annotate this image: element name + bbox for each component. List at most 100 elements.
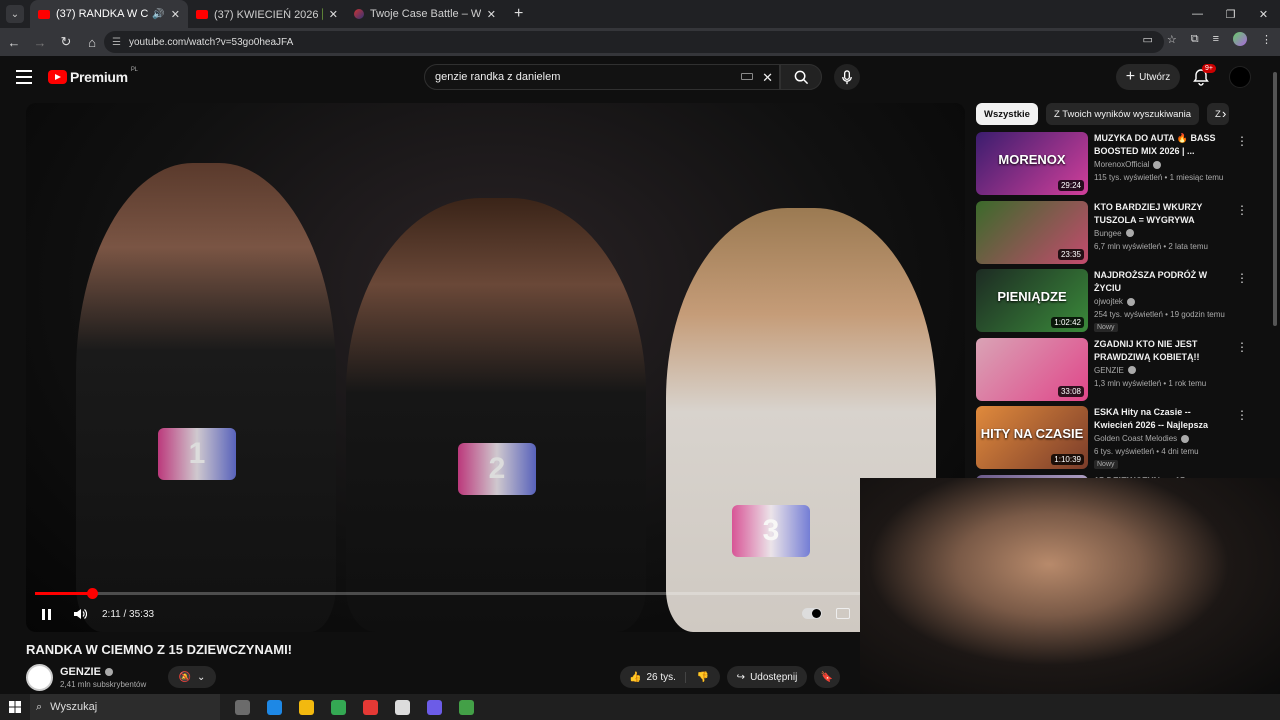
taskbar-app-icon[interactable] <box>290 699 322 715</box>
profile-avatar-icon[interactable] <box>1233 32 1247 46</box>
close-tab-icon[interactable]: ✕ <box>487 8 496 21</box>
recommendation-title[interactable]: NAJDROŻSZA PODRÓŻ W ŻYCIU <box>1094 269 1232 295</box>
chevron-down-icon: ⌄ <box>197 671 206 683</box>
windows-start-button[interactable] <box>0 701 30 713</box>
more-options-icon[interactable]: ⋮ <box>1236 340 1248 354</box>
volume-icon[interactable] <box>73 607 87 621</box>
create-button[interactable]: + Utwórz <box>1116 64 1180 90</box>
autoplay-toggle[interactable] <box>802 608 822 619</box>
channel-avatar[interactable] <box>26 664 53 691</box>
pause-icon[interactable] <box>42 608 51 620</box>
share-button[interactable]: ↪ Udostępnij <box>727 666 807 688</box>
windows-taskbar: ⌕ Wyszukaj <box>0 694 1280 720</box>
video-thumbnail[interactable]: 23:35 <box>976 200 1088 264</box>
recommendation-channel[interactable]: ojwojtek <box>1094 297 1135 306</box>
video-duration: 1:10:39 <box>1051 454 1084 465</box>
recommendation-title[interactable]: ESKA Hity na Czasie -- Kwiecień 2026 -- … <box>1094 406 1232 432</box>
bookmark-star-icon[interactable]: ☆ <box>1167 33 1177 46</box>
more-options-icon[interactable]: ⋮ <box>1236 408 1248 422</box>
subtitles-icon[interactable] <box>836 608 850 619</box>
browser-tab-2[interactable]: Twoje Case Battle – Wygrywaj s ✕ <box>346 0 504 28</box>
url-field[interactable]: ☰ youtube.com/watch?v=53go0heaJFA <box>104 31 1164 53</box>
taskbar-app-icon[interactable] <box>258 699 290 715</box>
speaker-icon[interactable]: 🔊 <box>152 9 164 20</box>
recommendation-channel[interactable]: GENZIE <box>1094 366 1136 375</box>
verified-icon <box>1153 160 1162 169</box>
taskbar-search[interactable]: ⌕ Wyszukaj <box>30 694 220 720</box>
youtube-premium-logo[interactable]: Premium PL <box>48 67 138 85</box>
video-progress-bar[interactable] <box>35 588 956 599</box>
tab-search-button[interactable]: ⌄ <box>6 5 24 23</box>
keyboard-icon[interactable] <box>741 73 753 80</box>
media-control-icon[interactable]: ≡ <box>1213 33 1219 45</box>
back-icon[interactable]: ← <box>2 35 26 50</box>
youtube-header: Premium PL genzie randka z danielem ✕ + … <box>0 56 1280 100</box>
forward-icon[interactable]: → <box>28 35 52 50</box>
recommendation-title[interactable]: MUZYKA DO AUTA 🔥 BASS BOOSTED MIX 2026 |… <box>1094 132 1232 158</box>
recommendation-item[interactable]: MORENOX 29:24 MUZYKA DO AUTA 🔥 BASS BOOSTE… <box>976 132 1248 201</box>
video-thumbnail[interactable]: 33:08 <box>976 337 1088 401</box>
subscription-bell-button[interactable]: 🔕 ⌄ <box>168 666 216 688</box>
recommendation-channel[interactable]: Golden Coast Melodies <box>1094 434 1190 443</box>
like-button[interactable]: 👍 26 tys. <box>620 671 686 683</box>
taskbar-app-icon[interactable] <box>386 699 418 715</box>
video-title: RANDKA W CIEMNO Z 15 DZIEWCZYNAMI! <box>26 642 293 657</box>
page-scrollbar[interactable] <box>1272 62 1278 688</box>
video-thumbnail[interactable]: PIENIĄDZE 1:02:42 <box>976 269 1088 332</box>
close-tab-icon[interactable]: ✕ <box>171 8 180 21</box>
recommendation-item[interactable]: PIENIĄDZE 1:02:42 NAJDROŻSZA PODRÓŻ W ŻYCI… <box>976 269 1248 338</box>
browser-tab-0[interactable]: (37) RANDKA W CIEMNO Z 🔊 ✕ <box>30 0 188 28</box>
video-player[interactable]: 1 2 3 2:11 / 35:33 ⚙ <box>26 103 965 632</box>
video-person <box>346 198 646 632</box>
home-icon[interactable]: ⌂ <box>80 35 104 50</box>
chip-all[interactable]: Wszystkie <box>976 103 1038 125</box>
search-input[interactable]: genzie randka z danielem ✕ <box>424 64 780 90</box>
recommendation-channel[interactable]: Bungee <box>1094 229 1134 238</box>
recommendation-title[interactable]: ZGADNIJ KTO NIE JEST PRAWDZIWĄ KOBIETĄ!! <box>1094 338 1232 364</box>
extensions-icon[interactable]: ⧉ <box>1191 33 1199 46</box>
clear-search-icon[interactable]: ✕ <box>762 70 773 86</box>
search-button[interactable] <box>780 64 822 90</box>
taskbar-app-icon[interactable] <box>354 699 386 715</box>
video-thumbnail[interactable]: MORENOX 29:24 <box>976 132 1088 195</box>
taskbar-app-icon[interactable] <box>226 699 258 715</box>
scrollbar-thumb[interactable] <box>1273 72 1277 326</box>
browser-tab-1[interactable]: (37) KWIECIEŃ 2026 ✅ NAJLE ✕ <box>188 0 346 28</box>
more-options-icon[interactable]: ⋮ <box>1236 134 1248 148</box>
recommendation-item[interactable]: 33:08 ZGADNIJ KTO NIE JEST PRAWDZIWĄ KOBI… <box>976 337 1248 407</box>
account-avatar[interactable] <box>1229 66 1251 88</box>
thumbnail-text: PIENIĄDZE <box>997 289 1067 304</box>
recommendation-meta: 6 tys. wyświetleń • 4 dni temu <box>1094 447 1199 456</box>
recommendation-item[interactable]: 23:35 KTO BARDZIEJ WKURZY TUSZOLA = WYGRY… <box>976 200 1248 270</box>
recommendation-channel[interactable]: MorenoxOfficial <box>1094 160 1162 169</box>
new-tab-icon[interactable]: + <box>514 5 523 23</box>
close-window-icon[interactable]: ✕ <box>1247 0 1280 28</box>
more-options-icon[interactable]: ⋮ <box>1236 271 1248 285</box>
cast-icon[interactable]: ▭ <box>1142 33 1152 46</box>
close-tab-icon[interactable]: ✕ <box>329 8 338 21</box>
browser-menu-icon[interactable]: ⋮ <box>1261 33 1272 46</box>
recommendation-meta: 115 tys. wyświetleń • 1 miesiąc temu <box>1094 173 1224 182</box>
reload-icon[interactable]: ↻ <box>54 34 78 50</box>
chip-from-search[interactable]: Z Twoich wyników wyszukiwania <box>1045 103 1200 125</box>
voice-search-button[interactable] <box>834 64 860 90</box>
recommendation-title[interactable]: KTO BARDZIEJ WKURZY TUSZOLA = WYGRYWA <box>1094 201 1232 227</box>
menu-hamburger-icon[interactable] <box>16 70 32 84</box>
minimize-icon[interactable]: — <box>1181 0 1214 28</box>
taskbar-app-icon[interactable] <box>322 699 354 715</box>
save-button[interactable]: 🔖 <box>814 666 840 688</box>
video-thumbnail[interactable]: HITY NA CZASIE 1:10:39 <box>976 406 1088 469</box>
like-dislike-group: 👍 26 tys. 👎 <box>620 666 720 688</box>
taskbar-app-icon[interactable] <box>450 699 482 715</box>
recommendation-item[interactable]: HITY NA CZASIE 1:10:39 ESKA Hity na Czasie… <box>976 406 1248 475</box>
more-options-icon[interactable]: ⋮ <box>1236 203 1248 217</box>
tab-title: (37) KWIECIEŃ 2026 ✅ NAJLE <box>214 8 323 21</box>
site-info-icon[interactable]: ☰ <box>112 37 121 48</box>
chevron-right-icon[interactable]: › <box>1222 106 1226 121</box>
channel-name-row[interactable]: GENZIE <box>60 666 113 678</box>
youtube-play-logo-icon <box>48 70 67 84</box>
notifications-badge: 9+ <box>1202 64 1216 73</box>
dislike-button[interactable]: 👎 <box>686 672 720 683</box>
taskbar-app-icon[interactable] <box>418 699 450 715</box>
restore-icon[interactable]: ❐ <box>1214 0 1247 28</box>
